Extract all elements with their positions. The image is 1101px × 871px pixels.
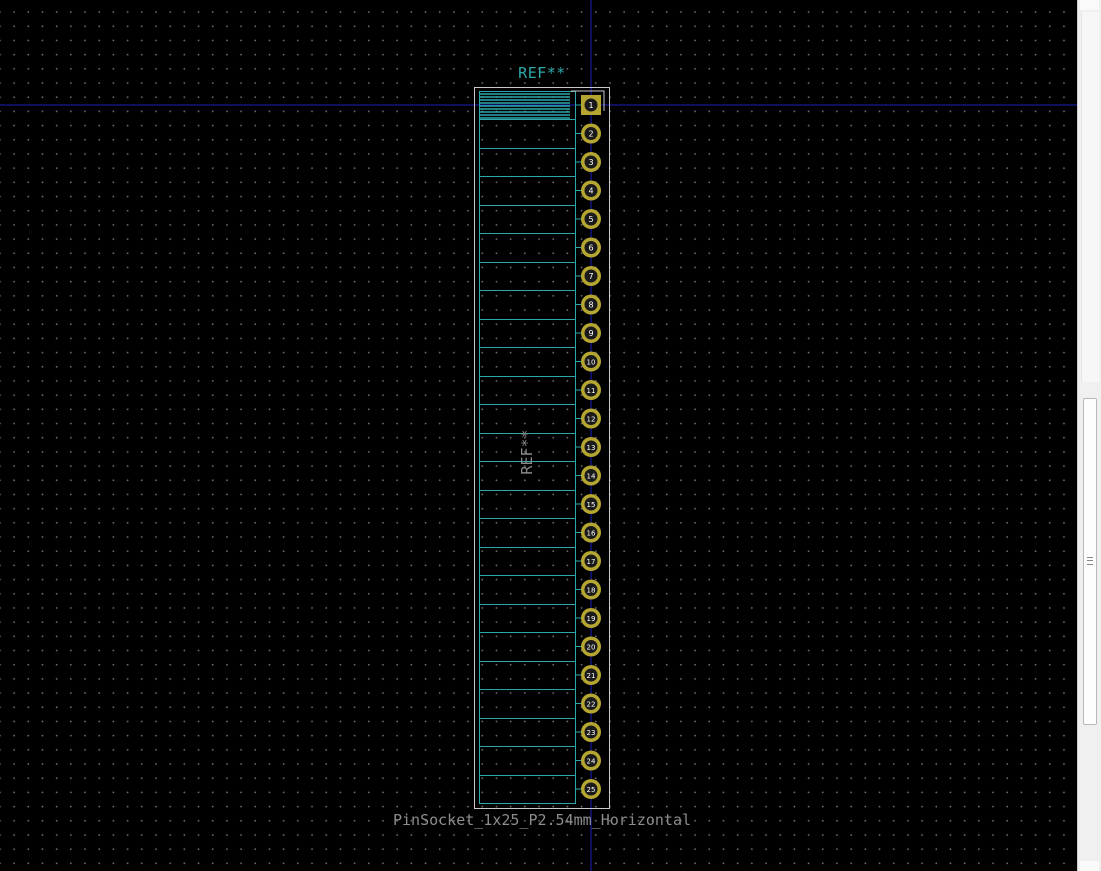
pad-9[interactable]: 9 (581, 323, 601, 343)
pad-number: 2 (588, 129, 593, 138)
pad-number: 3 (588, 158, 593, 167)
scroll-down-button[interactable] (1080, 861, 1099, 871)
pad-8[interactable]: 8 (581, 294, 601, 315)
pad-3[interactable]: 3 (581, 152, 601, 172)
pad-4[interactable]: 4 (581, 180, 601, 201)
pad-12[interactable]: 12 (581, 408, 601, 429)
pad-number: 24 (587, 757, 596, 765)
reference-designator-fab[interactable]: REF** (518, 429, 536, 474)
scroll-track-upper[interactable] (1081, 12, 1099, 382)
pad-number: 20 (587, 643, 596, 651)
footprint-drawing: 1234567891011121314151617181920212223242… (0, 0, 1077, 871)
pad-15[interactable]: 15 (581, 494, 601, 514)
pad-20[interactable]: 20 (581, 636, 601, 657)
pad-11[interactable]: 11 (581, 380, 601, 400)
pad-number: 16 (587, 529, 596, 537)
scroll-up-button[interactable] (1080, 0, 1099, 10)
pad-number: 14 (587, 472, 596, 480)
pad-number: 7 (588, 272, 593, 281)
pad-25[interactable]: 25 (581, 779, 601, 799)
scroll-grip-icon (1087, 557, 1093, 565)
pad-number: 22 (587, 700, 596, 708)
pad-number: 9 (588, 329, 593, 338)
pad-24[interactable]: 24 (581, 750, 601, 771)
footprint-name-label[interactable]: PinSocket_1x25_P2.54mm_Horizontal (300, 811, 784, 829)
pad-6[interactable]: 6 (581, 237, 601, 258)
pad-number: 8 (588, 300, 593, 309)
vertical-scrollbar[interactable] (1077, 0, 1101, 871)
pad-number: 25 (587, 786, 596, 794)
pad-number: 6 (588, 243, 593, 252)
pad-19[interactable]: 19 (581, 608, 601, 628)
pad-2[interactable]: 2 (581, 123, 601, 144)
pad-5[interactable]: 5 (581, 209, 601, 229)
pad-17[interactable]: 17 (581, 551, 601, 571)
pad-18[interactable]: 18 (581, 579, 601, 600)
pad-number: 1 (588, 101, 593, 110)
reference-designator-top[interactable]: REF** (510, 64, 574, 82)
pad-23[interactable]: 23 (581, 722, 601, 742)
pad-number: 21 (587, 672, 596, 680)
pad-number: 19 (587, 615, 596, 623)
pad-number: 15 (587, 501, 596, 509)
pad-14[interactable]: 14 (581, 465, 601, 486)
pad-number: 18 (587, 586, 596, 594)
pad-10[interactable]: 10 (581, 351, 601, 372)
pad-number: 10 (587, 358, 596, 366)
pad-16[interactable]: 16 (581, 522, 601, 543)
pad-number: 17 (587, 558, 596, 566)
pad-number: 4 (588, 186, 593, 195)
pad-number: 11 (587, 387, 596, 395)
pad-21[interactable]: 21 (581, 665, 601, 685)
pad-1[interactable]: 1 (581, 95, 601, 115)
pad-number: 5 (588, 215, 593, 224)
pad-7[interactable]: 7 (581, 266, 601, 286)
pad-number: 12 (587, 415, 596, 423)
pad-number: 13 (587, 444, 596, 452)
scroll-thumb[interactable] (1083, 398, 1097, 725)
pad-22[interactable]: 22 (581, 693, 601, 714)
pad-13[interactable]: 13 (581, 437, 601, 457)
pad-number: 23 (587, 729, 596, 737)
